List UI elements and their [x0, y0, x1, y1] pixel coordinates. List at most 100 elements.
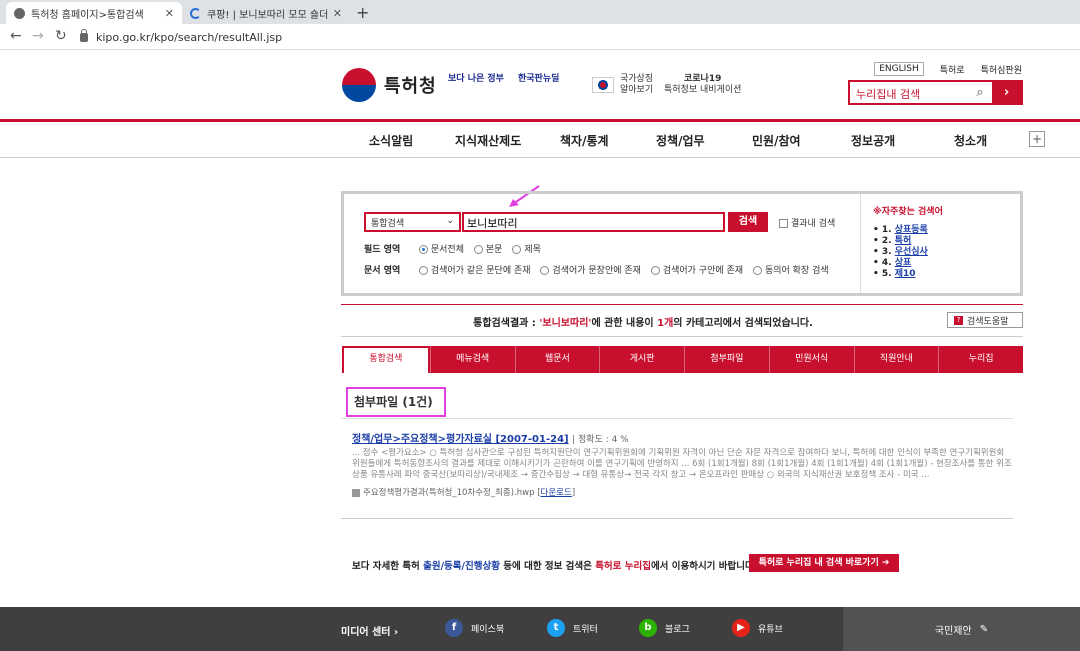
category-divider — [341, 418, 1013, 419]
facebook-link[interactable]: f 페이스북 — [445, 619, 504, 637]
media-center-link[interactable]: 미디어 센터 › — [341, 623, 398, 638]
search-button[interactable]: 검색 — [728, 212, 768, 232]
nav-books-stats[interactable]: 책자/통계 — [560, 132, 609, 149]
close-icon[interactable]: ✕ — [165, 7, 174, 20]
browser-tab-active[interactable]: 특허청 홈페이지>통합검색 ✕ — [6, 2, 182, 24]
radio-icon[interactable] — [540, 266, 550, 275]
search-help-button[interactable]: ? 검색도움말 — [947, 312, 1023, 328]
tab-title: 쿠팡! | 보니보따리 모모 숄더 크로 — [207, 9, 329, 21]
nav-expand-button[interactable]: + — [1029, 131, 1045, 147]
patent-net-search-button[interactable]: 특허로 누리집 내 검색 바로가기 ➔ — [749, 554, 899, 572]
radio-icon[interactable] — [418, 266, 428, 275]
result-snippet: ... 점수 <평가요소> ○ 특허청 심사관으로 구성된 특허지원단이 연구기… — [352, 448, 1012, 480]
top-links: ENGLISH 특허로 특허심판원 — [874, 62, 1022, 76]
field-option-label: 제목 — [524, 245, 541, 255]
doc-option-phrase[interactable]: 검색어가 구안에 존재 — [650, 266, 743, 276]
doc-option-synonym[interactable]: 동의어 확장 검색 — [752, 266, 829, 276]
popular-term-link[interactable]: 상표 — [895, 258, 912, 268]
nav-ip-system[interactable]: 지식재산제도 — [455, 132, 521, 149]
field-option-body[interactable]: 본문 — [473, 245, 502, 255]
tab-site[interactable]: 누리집 — [938, 346, 1023, 373]
taegeuk-logo-icon — [342, 68, 376, 102]
close-icon[interactable]: ✕ — [333, 7, 342, 20]
nav-disclosure[interactable]: 정보공개 — [851, 132, 895, 149]
summary-query: '보니보따리' — [539, 318, 592, 329]
corona-line2: 특허정보 내비게이션 — [664, 85, 742, 95]
radio-icon[interactable] — [650, 266, 660, 275]
radio-icon[interactable] — [752, 266, 762, 275]
popular-term-link[interactable]: 특허 — [895, 236, 912, 246]
nav-policy[interactable]: 정책/업무 — [656, 132, 705, 149]
nav-civil[interactable]: 민원/참여 — [752, 132, 801, 149]
trial-board-link[interactable]: 특허심판원 — [981, 63, 1022, 76]
blog-link[interactable]: b 블로그 — [639, 619, 690, 637]
citizen-proposal-button[interactable]: 국민제안 ✎ — [843, 607, 1080, 651]
popular-term-link[interactable]: 제10 — [895, 269, 916, 279]
site-logo[interactable]: 특허청 — [342, 68, 437, 102]
result-title-row: 정책/업무>주요정책>평가자료실 [2007-01-24] | 정확도 : 4 … — [352, 430, 1012, 445]
doc-option-paragraph[interactable]: 검색어가 같은 문단에 존재 — [418, 266, 531, 276]
result-title-link[interactable]: 정책/업무>주요정책>평가자료실 [2007-01-24] — [352, 434, 569, 445]
search-scope-select[interactable]: 통합검색 ⌄ — [364, 212, 461, 232]
search-query-input[interactable]: 보니보따리 — [462, 212, 725, 232]
tab-menu[interactable]: 메뉴검색 — [429, 346, 515, 373]
popular-term-item: • 2. 특허 — [873, 236, 912, 246]
field-option-title[interactable]: 제목 — [512, 245, 541, 255]
search-panel: 통합검색 ⌄ 보니보따리 검색 결과내 검색 필드 영역 문서전체 본문 제목 … — [341, 191, 1023, 296]
youtube-link[interactable]: ▶ 유튜브 — [732, 619, 783, 637]
note-text: 등에 대한 정보 검색은 — [499, 561, 596, 572]
note-highlight: 특허로 누리집 — [595, 561, 651, 572]
nav-about[interactable]: 청소개 — [954, 132, 987, 149]
tab-staff[interactable]: 직원안내 — [853, 346, 939, 373]
new-deal-text: 한국판뉴딜 — [518, 74, 560, 84]
popular-rank: 3. — [881, 247, 892, 257]
patent-net-link[interactable]: 특허로 — [940, 63, 965, 76]
url-field[interactable]: kipo.go.kr/kpo/search/resultAll.jsp — [80, 28, 282, 46]
download-link[interactable]: 다운로드 — [541, 488, 572, 498]
summary-suffix: 의 카테고리에서 검색되었습니다. — [673, 318, 813, 329]
search-scope-value: 통합검색 — [371, 219, 405, 229]
within-results-checkbox[interactable] — [779, 219, 788, 228]
doc-option-label: 동의어 확장 검색 — [764, 266, 829, 276]
new-deal-banner[interactable]: 한국판뉴딜 — [518, 74, 559, 85]
popular-term-item: • 5. 제10 — [873, 269, 916, 279]
better-gov-banner[interactable]: 보다 나은 정부 — [448, 74, 504, 85]
footer: 미디어 센터 › f 페이스북 t 트위터 b 블로그 ▶ 유튜브 국민제안 ✎ — [0, 607, 1080, 651]
twitter-label: 트위터 — [573, 624, 598, 635]
twitter-link[interactable]: t 트위터 — [547, 619, 598, 637]
attachment-filename: 주요정책평가결과(특허청_10차수정_최종).hwp — [363, 488, 535, 498]
popular-terms: ※자주찾는 검색어 • 1. 상표등록 • 2. 특허 • 3. 우선심사 • … — [860, 194, 1020, 293]
tab-attachments[interactable]: 첨부파일 — [684, 346, 769, 373]
reload-icon[interactable]: ↻ — [55, 28, 67, 44]
new-tab-button[interactable]: + — [356, 3, 369, 22]
tab-integrated[interactable]: 통합검색 — [342, 346, 430, 373]
doc-option-label: 검색어가 문장안에 존재 — [552, 266, 641, 276]
radio-icon[interactable] — [512, 245, 522, 254]
browser-tab-inactive[interactable]: 쿠팡! | 보니보따리 모모 숄더 크로 ✕ — [182, 2, 350, 24]
field-option-all[interactable]: 문서전체 — [418, 245, 464, 255]
field-option-label: 문서전체 — [430, 245, 464, 255]
tab-web-docs[interactable]: 웹문서 — [514, 346, 600, 373]
site-search-input[interactable]: 누리집내 검색 — [850, 82, 968, 103]
corona-banner[interactable]: 코로나19 특허정보 내비게이션 — [664, 74, 741, 96]
facebook-icon: f — [445, 619, 463, 637]
doc-option-sentence[interactable]: 검색어가 문장안에 존재 — [540, 266, 641, 276]
result-item: 정책/업무>주요정책>평가자료실 [2007-01-24] | 정확도 : 4 … — [352, 430, 1012, 498]
globe-icon — [14, 7, 25, 19]
tab-civil-forms[interactable]: 민원서식 — [768, 346, 854, 373]
forward-icon[interactable]: → — [32, 28, 44, 44]
popular-term-link[interactable]: 상표등록 — [895, 225, 928, 235]
radio-selected-icon[interactable] — [418, 245, 428, 254]
within-results-option[interactable]: 결과내 검색 — [779, 216, 835, 229]
radio-icon[interactable] — [473, 245, 483, 254]
search-icon[interactable]: ⌕ — [968, 82, 992, 103]
english-link[interactable]: ENGLISH — [874, 62, 924, 76]
back-icon[interactable]: ← — [10, 28, 22, 44]
nav-news[interactable]: 소식알림 — [369, 132, 413, 149]
popular-term-link[interactable]: 우선심사 — [895, 247, 928, 257]
tab-board[interactable]: 게시판 — [599, 346, 684, 373]
search-go-button[interactable]: › — [992, 82, 1021, 103]
youtube-icon: ▶ — [732, 619, 750, 637]
site-search-box: 누리집내 검색 ⌕ › — [848, 80, 1023, 105]
national-symbol-banner[interactable]: 국가상징 알아보기 — [592, 74, 653, 96]
